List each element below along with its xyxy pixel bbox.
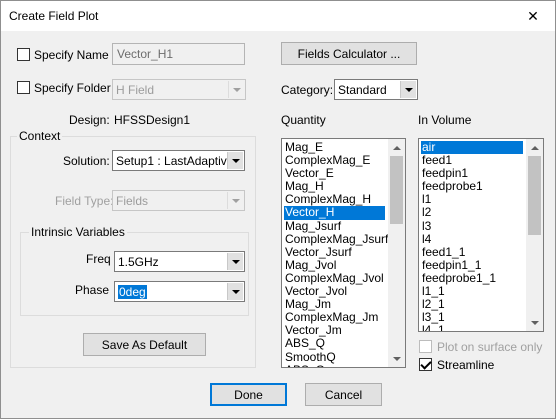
- streamline-checkbox[interactable]: [419, 358, 432, 371]
- chevron-down-icon: [227, 283, 243, 300]
- context-legend: Context: [17, 129, 63, 143]
- fields-calculator-button[interactable]: Fields Calculator ...: [281, 42, 417, 65]
- quantity-label: Quantity: [281, 113, 326, 127]
- freq-label: Freq: [86, 252, 111, 266]
- cancel-button[interactable]: Cancel: [305, 383, 382, 406]
- folder-select[interactable]: H Field: [112, 79, 246, 100]
- in-volume-list-item[interactable]: feedprobe1: [421, 180, 523, 193]
- quantity-list-item[interactable]: ABS_Q...: [284, 363, 385, 367]
- in-volume-items: air feed1 feedpin1 feedprobe1 l1 l2 l3 l4 feed1_…: [421, 140, 523, 331]
- design-label: Design:: [69, 113, 110, 127]
- quantity-list-item[interactable]: ABS_Q: [284, 337, 385, 350]
- quantity-list-item[interactable]: Vector_Jsurf: [284, 245, 385, 259]
- create-field-plot-dialog: Create Field Plot ✕ Specify Name Vector_…: [0, 0, 556, 419]
- category-select-value: Standard: [338, 83, 387, 97]
- quantity-scroll-thumb[interactable]: [390, 156, 403, 224]
- phase-label: Phase: [75, 283, 110, 297]
- chevron-down-icon: [227, 192, 243, 209]
- intrinsic-variables-group: [20, 232, 249, 316]
- in-volume-scrollbar[interactable]: [526, 139, 543, 331]
- title-bar: Create Field Plot ✕: [1, 1, 555, 31]
- scroll-down-icon[interactable]: [526, 314, 543, 331]
- quantity-list-item[interactable]: Mag_Jsurf: [284, 219, 385, 233]
- category-label: Category:: [281, 83, 334, 97]
- solution-select-value: Setup1 : LastAdaptive: [116, 154, 234, 168]
- scroll-up-icon[interactable]: [526, 139, 543, 156]
- window-title: Create Field Plot: [9, 9, 99, 23]
- in-volume-scroll-thumb[interactable]: [528, 156, 541, 235]
- quantity-scrollbar[interactable]: [388, 139, 405, 367]
- scroll-down-icon[interactable]: [388, 350, 405, 367]
- design-value: HFSSDesign1: [114, 113, 191, 127]
- solution-select[interactable]: Setup1 : LastAdaptive: [112, 150, 245, 171]
- streamline-label: Streamline: [437, 358, 495, 372]
- field-type-select-value: Fields: [116, 194, 149, 208]
- specify-name-label: Specify Name: [34, 48, 109, 62]
- intrinsic-variables-legend: Intrinsic Variables: [29, 225, 127, 239]
- quantity-list-item[interactable]: SmoothQ: [284, 350, 385, 364]
- in-volume-list-item[interactable]: feedpin1_1: [421, 258, 523, 272]
- field-type-label: Field Type:: [55, 194, 114, 208]
- plot-on-surface-label: Plot on surface only: [437, 340, 543, 354]
- in-volume-list-item[interactable]: l2: [421, 206, 523, 219]
- specify-folder-checkbox[interactable]: [17, 81, 30, 94]
- freq-select-value: 1.5GHz: [118, 255, 159, 269]
- chevron-down-icon: [227, 253, 243, 270]
- folder-select-value: H Field: [116, 83, 155, 97]
- in-volume-list-item[interactable]: l1: [421, 193, 523, 206]
- specify-folder-label: Specify Folder: [34, 81, 111, 95]
- in-volume-label: In Volume: [418, 113, 472, 127]
- quantity-list-item[interactable]: Vector_H: [284, 206, 385, 220]
- in-volume-list-item[interactable]: feed1_1: [421, 245, 523, 259]
- scroll-up-icon[interactable]: [388, 139, 405, 156]
- chevron-down-icon: [227, 152, 243, 169]
- field-type-select[interactable]: Fields: [112, 190, 245, 211]
- done-button[interactable]: Done: [210, 383, 287, 406]
- plot-name-input[interactable]: Vector_H1: [112, 43, 245, 65]
- in-volume-listbox[interactable]: air feed1 feedpin1 feedprobe1 l1 l2 l3 l4 feed1_…: [418, 138, 544, 332]
- phase-select-value: 0deg: [118, 285, 147, 299]
- plot-on-surface-checkbox[interactable]: [419, 340, 432, 353]
- specify-name-checkbox[interactable]: [17, 48, 30, 61]
- in-volume-list-item[interactable]: l3: [421, 219, 523, 233]
- save-as-default-button[interactable]: Save As Default: [83, 333, 206, 356]
- in-volume-list-item[interactable]: l4_1: [421, 324, 523, 331]
- chevron-down-icon: [228, 81, 244, 98]
- quantity-list-item[interactable]: Mag_Jvol: [284, 258, 385, 272]
- freq-select[interactable]: 1.5GHz: [114, 251, 245, 272]
- phase-select[interactable]: 0deg: [114, 281, 245, 302]
- quantity-listbox[interactable]: Mag_E ComplexMag_E Vector_E Mag_H ComplexMag…: [281, 138, 406, 368]
- quantity-list-item[interactable]: ComplexMag_Jsurf: [284, 232, 388, 246]
- solution-label: Solution:: [63, 154, 110, 168]
- category-select[interactable]: Standard: [334, 79, 418, 100]
- chevron-down-icon: [400, 81, 416, 98]
- in-volume-list-item[interactable]: l4: [421, 232, 523, 246]
- close-icon[interactable]: ✕: [511, 1, 555, 31]
- quantity-items: Mag_E ComplexMag_E Vector_E Mag_H ComplexMag…: [284, 140, 388, 367]
